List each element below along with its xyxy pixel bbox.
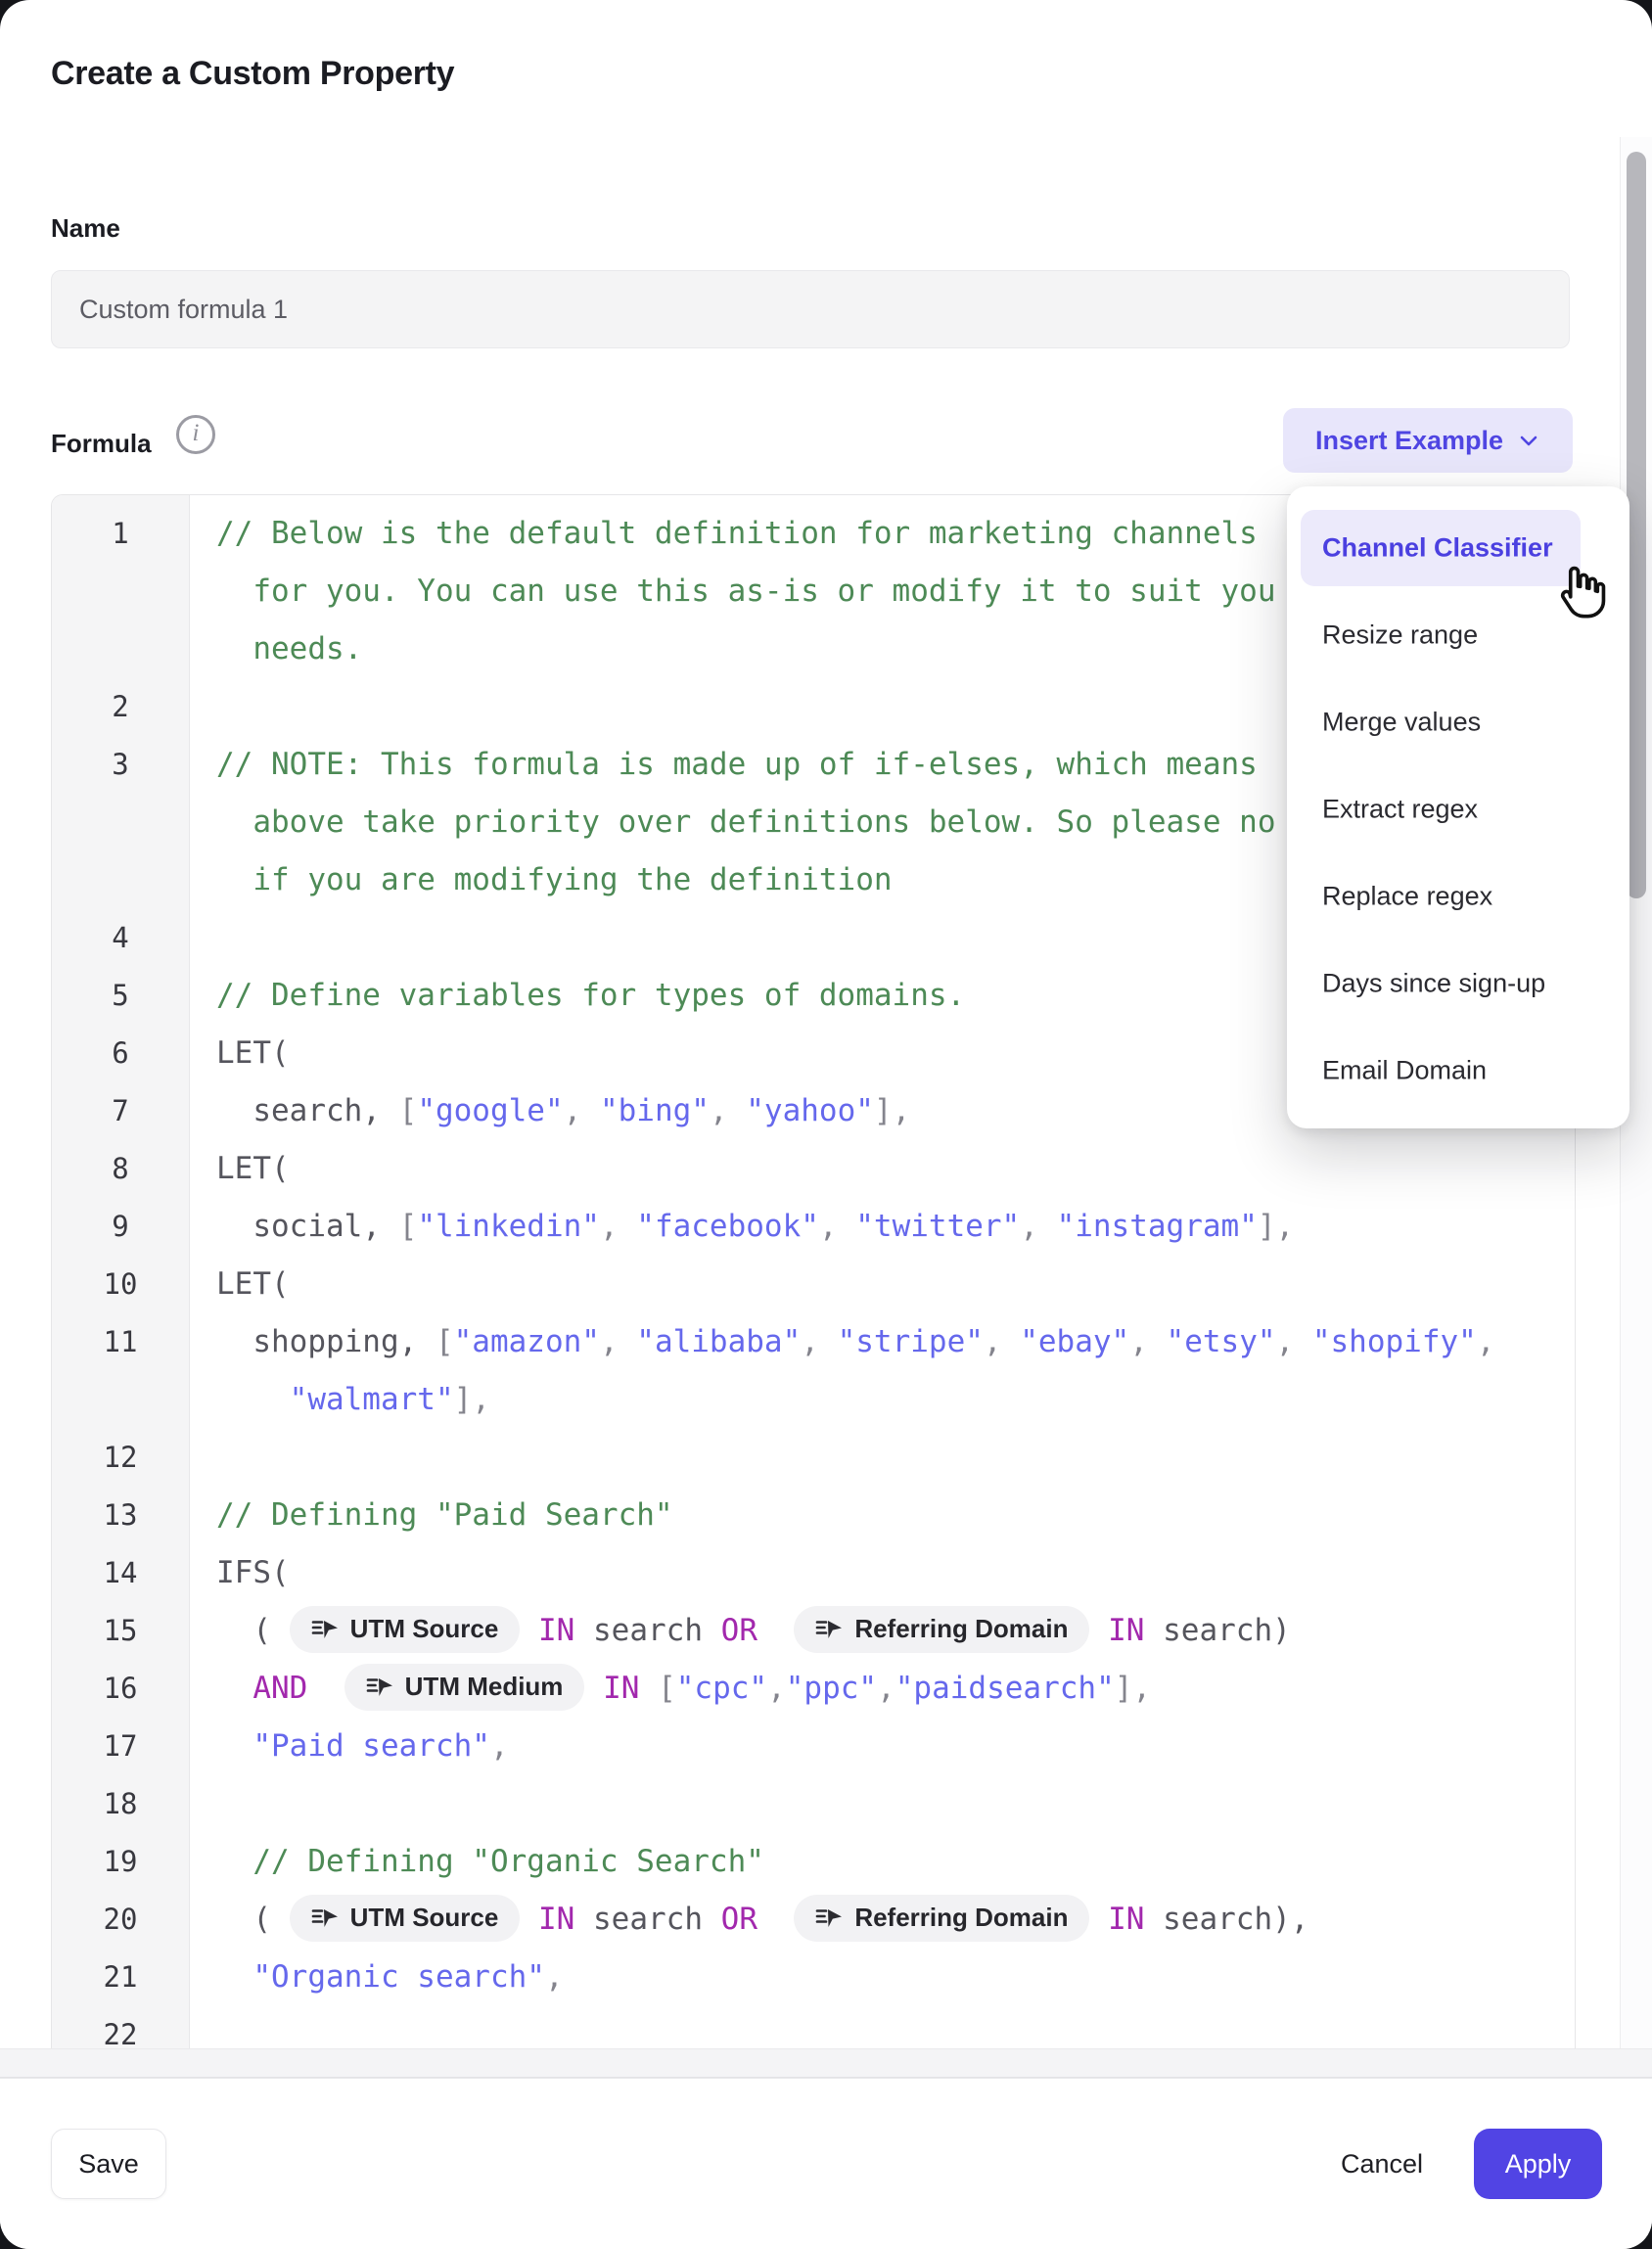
- vertical-scrollbar-thumb[interactable]: [1627, 152, 1646, 898]
- code-content[interactable]: "walmart"],: [189, 1371, 1575, 1429]
- line-number: [52, 851, 189, 909]
- chevron-down-icon: [1517, 429, 1540, 452]
- field-token-label: Referring Domain: [854, 1602, 1068, 1658]
- line-number: 8: [52, 1140, 189, 1198]
- code-line: 19 // Defining "Organic Search": [52, 1833, 1575, 1891]
- menu-item-resize-range[interactable]: Resize range: [1322, 620, 1478, 651]
- field-token-label: Referring Domain: [854, 1891, 1068, 1947]
- line-number: 7: [52, 1082, 189, 1140]
- code-line: 22: [52, 2006, 1575, 2049]
- line-number: 4: [52, 909, 189, 967]
- code-line: 11 shopping, ["amazon", "alibaba", "stri…: [52, 1313, 1575, 1371]
- code-content[interactable]: shopping, ["amazon", "alibaba", "stripe"…: [189, 1313, 1575, 1371]
- code-content[interactable]: ( UTM Source IN search OR Referring Doma…: [189, 1602, 1575, 1660]
- field-token-icon: [815, 1906, 843, 1930]
- code-line: 12: [52, 1429, 1575, 1487]
- insert-example-label: Insert Example: [1315, 426, 1503, 456]
- code-line: 14IFS(: [52, 1544, 1575, 1602]
- name-input[interactable]: [51, 270, 1570, 348]
- code-content[interactable]: LET(: [189, 1256, 1575, 1313]
- line-number: 14: [52, 1544, 189, 1602]
- code-line: 13// Defining "Paid Search": [52, 1487, 1575, 1544]
- line-number: 10: [52, 1256, 189, 1313]
- code-line: 21 "Organic search",: [52, 1949, 1575, 2006]
- code-line: 20 ( UTM Source IN search OR Referring D…: [52, 1891, 1575, 1949]
- line-number: 19: [52, 1833, 189, 1891]
- name-label: Name: [51, 213, 120, 244]
- field-token-chip[interactable]: UTM Source: [290, 1606, 521, 1653]
- field-token-icon: [311, 1906, 339, 1930]
- code-content[interactable]: LET(: [189, 1140, 1575, 1198]
- code-content[interactable]: // Defining "Paid Search": [189, 1487, 1575, 1544]
- line-number: 2: [52, 678, 189, 736]
- line-number: [52, 620, 189, 678]
- dialog-footer: Save Cancel Apply: [0, 2078, 1652, 2249]
- menu-item-replace-regex[interactable]: Replace regex: [1322, 882, 1492, 912]
- line-number: 20: [52, 1891, 189, 1949]
- field-token-label: UTM Source: [350, 1891, 499, 1947]
- code-line: 18: [52, 1775, 1575, 1833]
- code-line: 16 AND UTM Medium IN ["cpc","ppc","paids…: [52, 1660, 1575, 1718]
- code-content[interactable]: "Paid search",: [189, 1718, 1575, 1775]
- line-number: 21: [52, 1949, 189, 2006]
- code-content[interactable]: [189, 2006, 1575, 2049]
- create-custom-property-dialog: Create a Custom Property Name Formula i …: [0, 0, 1652, 2249]
- line-number: [52, 1371, 189, 1429]
- line-number: 5: [52, 967, 189, 1025]
- insert-example-dropdown-menu: Channel Classifier Resize range Merge valu…: [1287, 486, 1629, 1128]
- code-line: "walmart"],: [52, 1371, 1575, 1429]
- info-icon[interactable]: i: [176, 415, 215, 454]
- line-number: 15: [52, 1602, 189, 1660]
- code-line: 8LET(: [52, 1140, 1575, 1198]
- line-number: [52, 794, 189, 851]
- menu-item-channel-classifier[interactable]: Channel Classifier: [1322, 533, 1553, 564]
- code-line: 15 ( UTM Source IN search OR Referring D…: [52, 1602, 1575, 1660]
- line-number: 13: [52, 1487, 189, 1544]
- field-token-icon: [815, 1618, 843, 1641]
- field-token-label: UTM Source: [350, 1602, 499, 1658]
- code-line: 9 social, ["linkedin", "facebook", "twit…: [52, 1198, 1575, 1256]
- code-content[interactable]: // Defining "Organic Search": [189, 1833, 1575, 1891]
- line-number: [52, 563, 189, 620]
- field-token-icon: [366, 1675, 393, 1699]
- line-number: 18: [52, 1775, 189, 1833]
- menu-item-email-domain[interactable]: Email Domain: [1322, 1056, 1487, 1086]
- code-content[interactable]: [189, 1775, 1575, 1833]
- page-title: Create a Custom Property: [51, 55, 454, 93]
- formula-label: Formula: [51, 429, 152, 459]
- menu-item-days-since-sign-up[interactable]: Days since sign-up: [1322, 969, 1545, 999]
- apply-button[interactable]: Apply: [1474, 2129, 1602, 2199]
- field-token-chip[interactable]: Referring Domain: [794, 1895, 1089, 1942]
- line-number: 3: [52, 736, 189, 794]
- line-number: 6: [52, 1025, 189, 1082]
- code-content[interactable]: ( UTM Source IN search OR Referring Doma…: [189, 1891, 1575, 1949]
- code-content[interactable]: social, ["linkedin", "facebook", "twitte…: [189, 1198, 1575, 1256]
- code-content[interactable]: [189, 1429, 1575, 1487]
- save-button[interactable]: Save: [51, 2129, 166, 2199]
- code-content[interactable]: IFS(: [189, 1544, 1575, 1602]
- menu-item-extract-regex[interactable]: Extract regex: [1322, 795, 1478, 825]
- code-line: 10LET(: [52, 1256, 1575, 1313]
- field-token-label: UTM Medium: [405, 1660, 564, 1716]
- field-token-chip[interactable]: UTM Medium: [344, 1664, 585, 1711]
- code-content[interactable]: AND UTM Medium IN ["cpc","ppc","paidsear…: [189, 1660, 1575, 1718]
- line-number: 16: [52, 1660, 189, 1718]
- line-number: 9: [52, 1198, 189, 1256]
- field-token-chip[interactable]: UTM Source: [290, 1895, 521, 1942]
- menu-item-merge-values[interactable]: Merge values: [1322, 708, 1481, 738]
- line-number: 12: [52, 1429, 189, 1487]
- cancel-button[interactable]: Cancel: [1328, 2129, 1436, 2199]
- code-line: 17 "Paid search",: [52, 1718, 1575, 1775]
- line-number: 17: [52, 1718, 189, 1775]
- line-number: 11: [52, 1313, 189, 1371]
- line-number: 1: [52, 505, 189, 563]
- code-content[interactable]: "Organic search",: [189, 1949, 1575, 2006]
- horizontal-scrollbar-track[interactable]: [0, 2048, 1652, 2078]
- line-number: 22: [52, 2006, 189, 2049]
- insert-example-button[interactable]: Insert Example: [1283, 408, 1573, 473]
- field-token-chip[interactable]: Referring Domain: [794, 1606, 1089, 1653]
- field-token-icon: [311, 1618, 339, 1641]
